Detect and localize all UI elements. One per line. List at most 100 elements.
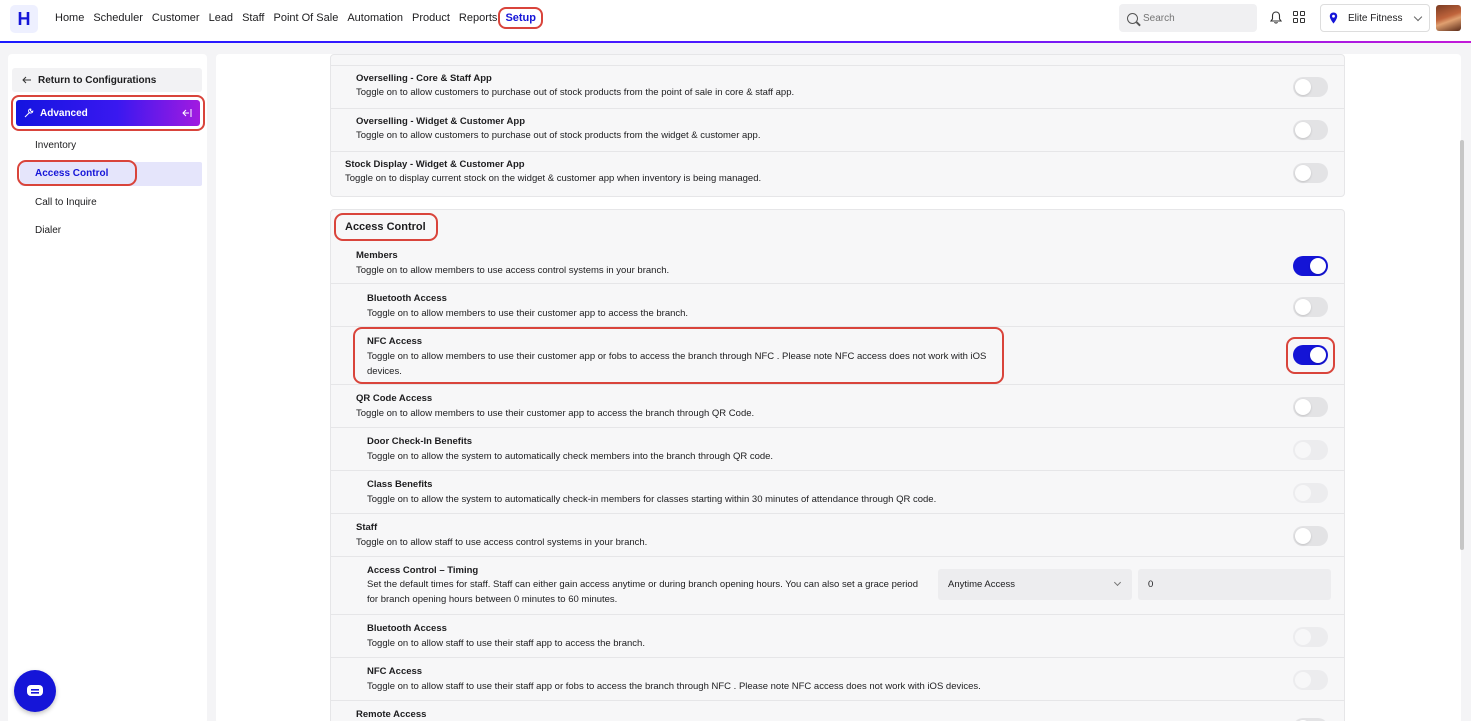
nav-lead[interactable]: Lead: [209, 12, 233, 24]
class-benefits-toggle[interactable]: [1293, 483, 1328, 503]
setting-description: Toggle on to allow the system to automat…: [367, 451, 774, 462]
setting-title: QR Code Access: [356, 393, 433, 404]
setting-title: Members: [356, 250, 398, 261]
setting-title: Bluetooth Access: [367, 293, 447, 304]
search-icon: [1127, 12, 1138, 24]
setting-row-overselling-widget: Overselling - Widget & Customer App Togg…: [331, 109, 1344, 152]
setting-title: NFC Access: [367, 336, 423, 347]
setting-description: Toggle on to allow the system to automat…: [367, 494, 937, 505]
door-check-in-toggle[interactable]: [1293, 440, 1328, 460]
nav-home[interactable]: Home: [55, 12, 84, 24]
nav-automation[interactable]: Automation: [347, 12, 403, 24]
setting-description: Toggle on to allow staff to use access c…: [356, 537, 648, 548]
app-logo[interactable]: H: [10, 5, 38, 33]
setting-description: Toggle on to allow staff to use their st…: [367, 681, 981, 692]
staff-access-toggle[interactable]: [1293, 526, 1328, 546]
scrollbar[interactable]: [1460, 140, 1464, 550]
chevron-down-icon: [1413, 12, 1423, 22]
sidebar-item-inventory[interactable]: Inventory: [35, 140, 76, 151]
back-arrow-icon: [22, 76, 31, 84]
advanced-section-highlight: Advanced: [11, 95, 205, 131]
setting-description: Toggle on to allow members to use access…: [356, 265, 670, 276]
advanced-section-header[interactable]: Advanced: [16, 100, 200, 126]
settings-sidebar: Return to Configurations Advanced Invent…: [8, 54, 207, 721]
setting-description: Toggle on to allow staff to use their st…: [367, 638, 645, 649]
access-timing-value: Anytime Access: [948, 579, 1016, 590]
overselling-core-toggle[interactable]: [1293, 77, 1328, 97]
settings-main-panel: Overselling - Core & Staff App Toggle on…: [216, 54, 1461, 721]
branch-name: Elite Fitness: [1348, 12, 1403, 24]
setting-description: Toggle on to allow customers to purchase…: [356, 87, 795, 98]
setting-title: Remote Access: [356, 709, 427, 720]
setting-row-overselling-core: Overselling - Core & Staff App Toggle on…: [331, 66, 1344, 109]
setting-row-remote-access: Remote Access: [331, 701, 1344, 721]
member-nfc-toggle[interactable]: [1293, 345, 1328, 365]
setting-row-qr-code: QR Code Access Toggle on to allow member…: [331, 385, 1344, 428]
member-bluetooth-toggle[interactable]: [1293, 297, 1328, 317]
overselling-widget-toggle[interactable]: [1293, 120, 1328, 140]
setting-title: Overselling - Widget & Customer App: [356, 116, 525, 127]
setting-row-members: Members Toggle on to allow members to us…: [331, 241, 1344, 284]
sidebar-item-access-control[interactable]: Access Control: [35, 168, 108, 179]
access-control-heading: Access Control: [345, 221, 426, 233]
sidebar-item-call-to-inquire[interactable]: Call to Inquire: [35, 197, 97, 208]
setting-title: Stock Display - Widget & Customer App: [345, 159, 525, 170]
nav-staff[interactable]: Staff: [242, 12, 264, 24]
apps-grid-icon[interactable]: [1293, 11, 1305, 23]
main-nav: Home Scheduler Customer Lead Staff Point…: [55, 0, 552, 36]
advanced-label: Advanced: [40, 107, 88, 119]
staff-bluetooth-toggle[interactable]: [1293, 627, 1328, 647]
chat-icon: [27, 685, 43, 696]
setting-description: Set the default times for staff. Staff c…: [367, 579, 918, 605]
setting-row-staff: Staff Toggle on to allow staff to use ac…: [331, 514, 1344, 557]
sidebar-item-dialer[interactable]: Dialer: [35, 225, 61, 236]
members-access-toggle[interactable]: [1293, 256, 1328, 276]
return-to-configurations-link[interactable]: Return to Configurations: [12, 68, 202, 92]
grace-period-input[interactable]: 0: [1138, 569, 1331, 600]
setting-description: Toggle on to allow members to use their …: [367, 351, 987, 377]
qr-code-toggle[interactable]: [1293, 397, 1328, 417]
setting-row-staff-nfc: NFC Access Toggle on to allow staff to u…: [331, 658, 1344, 701]
inventory-settings-card: Overselling - Core & Staff App Toggle on…: [330, 54, 1345, 197]
nav-scheduler[interactable]: Scheduler: [93, 12, 143, 24]
row-spacer: [331, 55, 1344, 66]
access-timing-select[interactable]: Anytime Access: [938, 569, 1132, 600]
access-control-card: Access Control Members Toggle on to allo…: [330, 209, 1345, 721]
branch-selector[interactable]: Elite Fitness: [1320, 4, 1430, 32]
search-input[interactable]: [1143, 12, 1243, 24]
collapse-icon[interactable]: [182, 108, 192, 118]
grace-period-value: 0: [1148, 579, 1154, 590]
setting-row-door-check-in: Door Check-In Benefits Toggle on to allo…: [331, 428, 1344, 471]
setting-title: Overselling - Core & Staff App: [356, 73, 492, 84]
search-box[interactable]: [1119, 4, 1257, 32]
nav-point-of-sale[interactable]: Point Of Sale: [274, 12, 339, 24]
setting-title: Class Benefits: [367, 479, 433, 490]
setting-row-access-timing: Access Control – Timing Set the default …: [331, 557, 1344, 615]
setting-row-member-bluetooth: Bluetooth Access Toggle on to allow memb…: [331, 284, 1344, 327]
chevron-down-icon: [1113, 578, 1122, 587]
setting-title: Door Check-In Benefits: [367, 436, 473, 447]
nav-product[interactable]: Product: [412, 12, 450, 24]
top-navigation-bar: H Home Scheduler Customer Lead Staff Poi…: [0, 0, 1471, 43]
setting-row-class-benefits: Class Benefits Toggle on to allow the sy…: [331, 471, 1344, 514]
setting-row-staff-bluetooth: Bluetooth Access Toggle on to allow staf…: [331, 615, 1344, 658]
return-label: Return to Configurations: [38, 74, 157, 86]
setting-row-member-nfc: NFC Access Toggle on to allow members to…: [331, 327, 1344, 385]
chat-button[interactable]: [14, 670, 56, 712]
setting-description: Toggle on to allow members to use their …: [356, 408, 755, 419]
setting-title: NFC Access: [367, 666, 423, 677]
setting-row-stock-display: Stock Display - Widget & Customer App To…: [331, 152, 1344, 197]
setting-description: Toggle on to allow customers to purchase…: [356, 130, 761, 141]
wrench-icon: [24, 108, 34, 118]
nav-reports[interactable]: Reports: [459, 12, 498, 24]
setting-title: Staff: [356, 522, 378, 533]
nav-customer[interactable]: Customer: [152, 12, 200, 24]
avatar[interactable]: [1436, 5, 1461, 31]
staff-nfc-toggle[interactable]: [1293, 670, 1328, 690]
setting-description: Toggle on to allow members to use their …: [367, 308, 689, 319]
bell-icon[interactable]: [1270, 11, 1282, 24]
nav-setup[interactable]: Setup: [498, 7, 543, 29]
setting-title: Bluetooth Access: [367, 623, 447, 634]
stock-display-toggle[interactable]: [1293, 163, 1328, 183]
setting-title: Access Control – Timing: [367, 565, 479, 576]
